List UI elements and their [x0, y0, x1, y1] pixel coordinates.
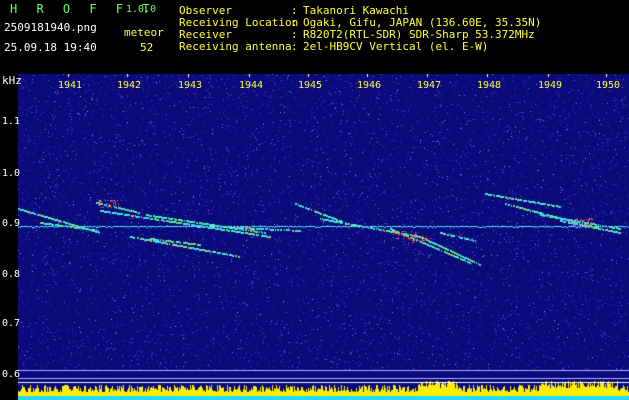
y-tick-label: 0.7: [2, 318, 21, 329]
x-tick-label: 1942: [117, 80, 142, 91]
antenna-value: 2el-HB9CV Vertical (el. E-W): [303, 40, 489, 53]
meteor-count-value: 52: [140, 41, 154, 54]
header-panel: H R O F F T 1.0.0 2509181940.png 25.09.1…: [0, 0, 629, 74]
y-tick-label: 0.8: [2, 269, 21, 280]
x-tick-label: 1943: [178, 80, 203, 91]
x-tick-label: 1948: [477, 80, 502, 91]
image-filename: 2509181940.png: [4, 21, 97, 34]
x-tick-label: 1945: [298, 80, 323, 91]
y-tick-label: 0.9: [2, 218, 21, 229]
x-tick-label: 1944: [239, 80, 264, 91]
y-tick-label: 1.1: [2, 116, 21, 127]
x-tick-label: 1949: [538, 80, 563, 91]
capture-timestamp: 25.09.18 19:40: [4, 41, 97, 54]
x-tick-label: 1950: [596, 80, 621, 91]
y-axis-unit: kHz: [2, 74, 22, 87]
x-tick-label: 1946: [357, 80, 382, 91]
meteor-count-label: meteor: [124, 26, 164, 39]
y-tick-label: 1.0: [2, 168, 21, 179]
x-tick-label: 1947: [417, 80, 442, 91]
spectrogram-canvas: [18, 74, 629, 400]
x-tick-label: 1941: [58, 80, 83, 91]
app-version: 1.0.0: [126, 4, 157, 15]
antenna-colon: :: [291, 40, 298, 53]
antenna-label: Receiving antenna: [179, 40, 292, 53]
y-tick-label: 0.6: [2, 369, 21, 380]
